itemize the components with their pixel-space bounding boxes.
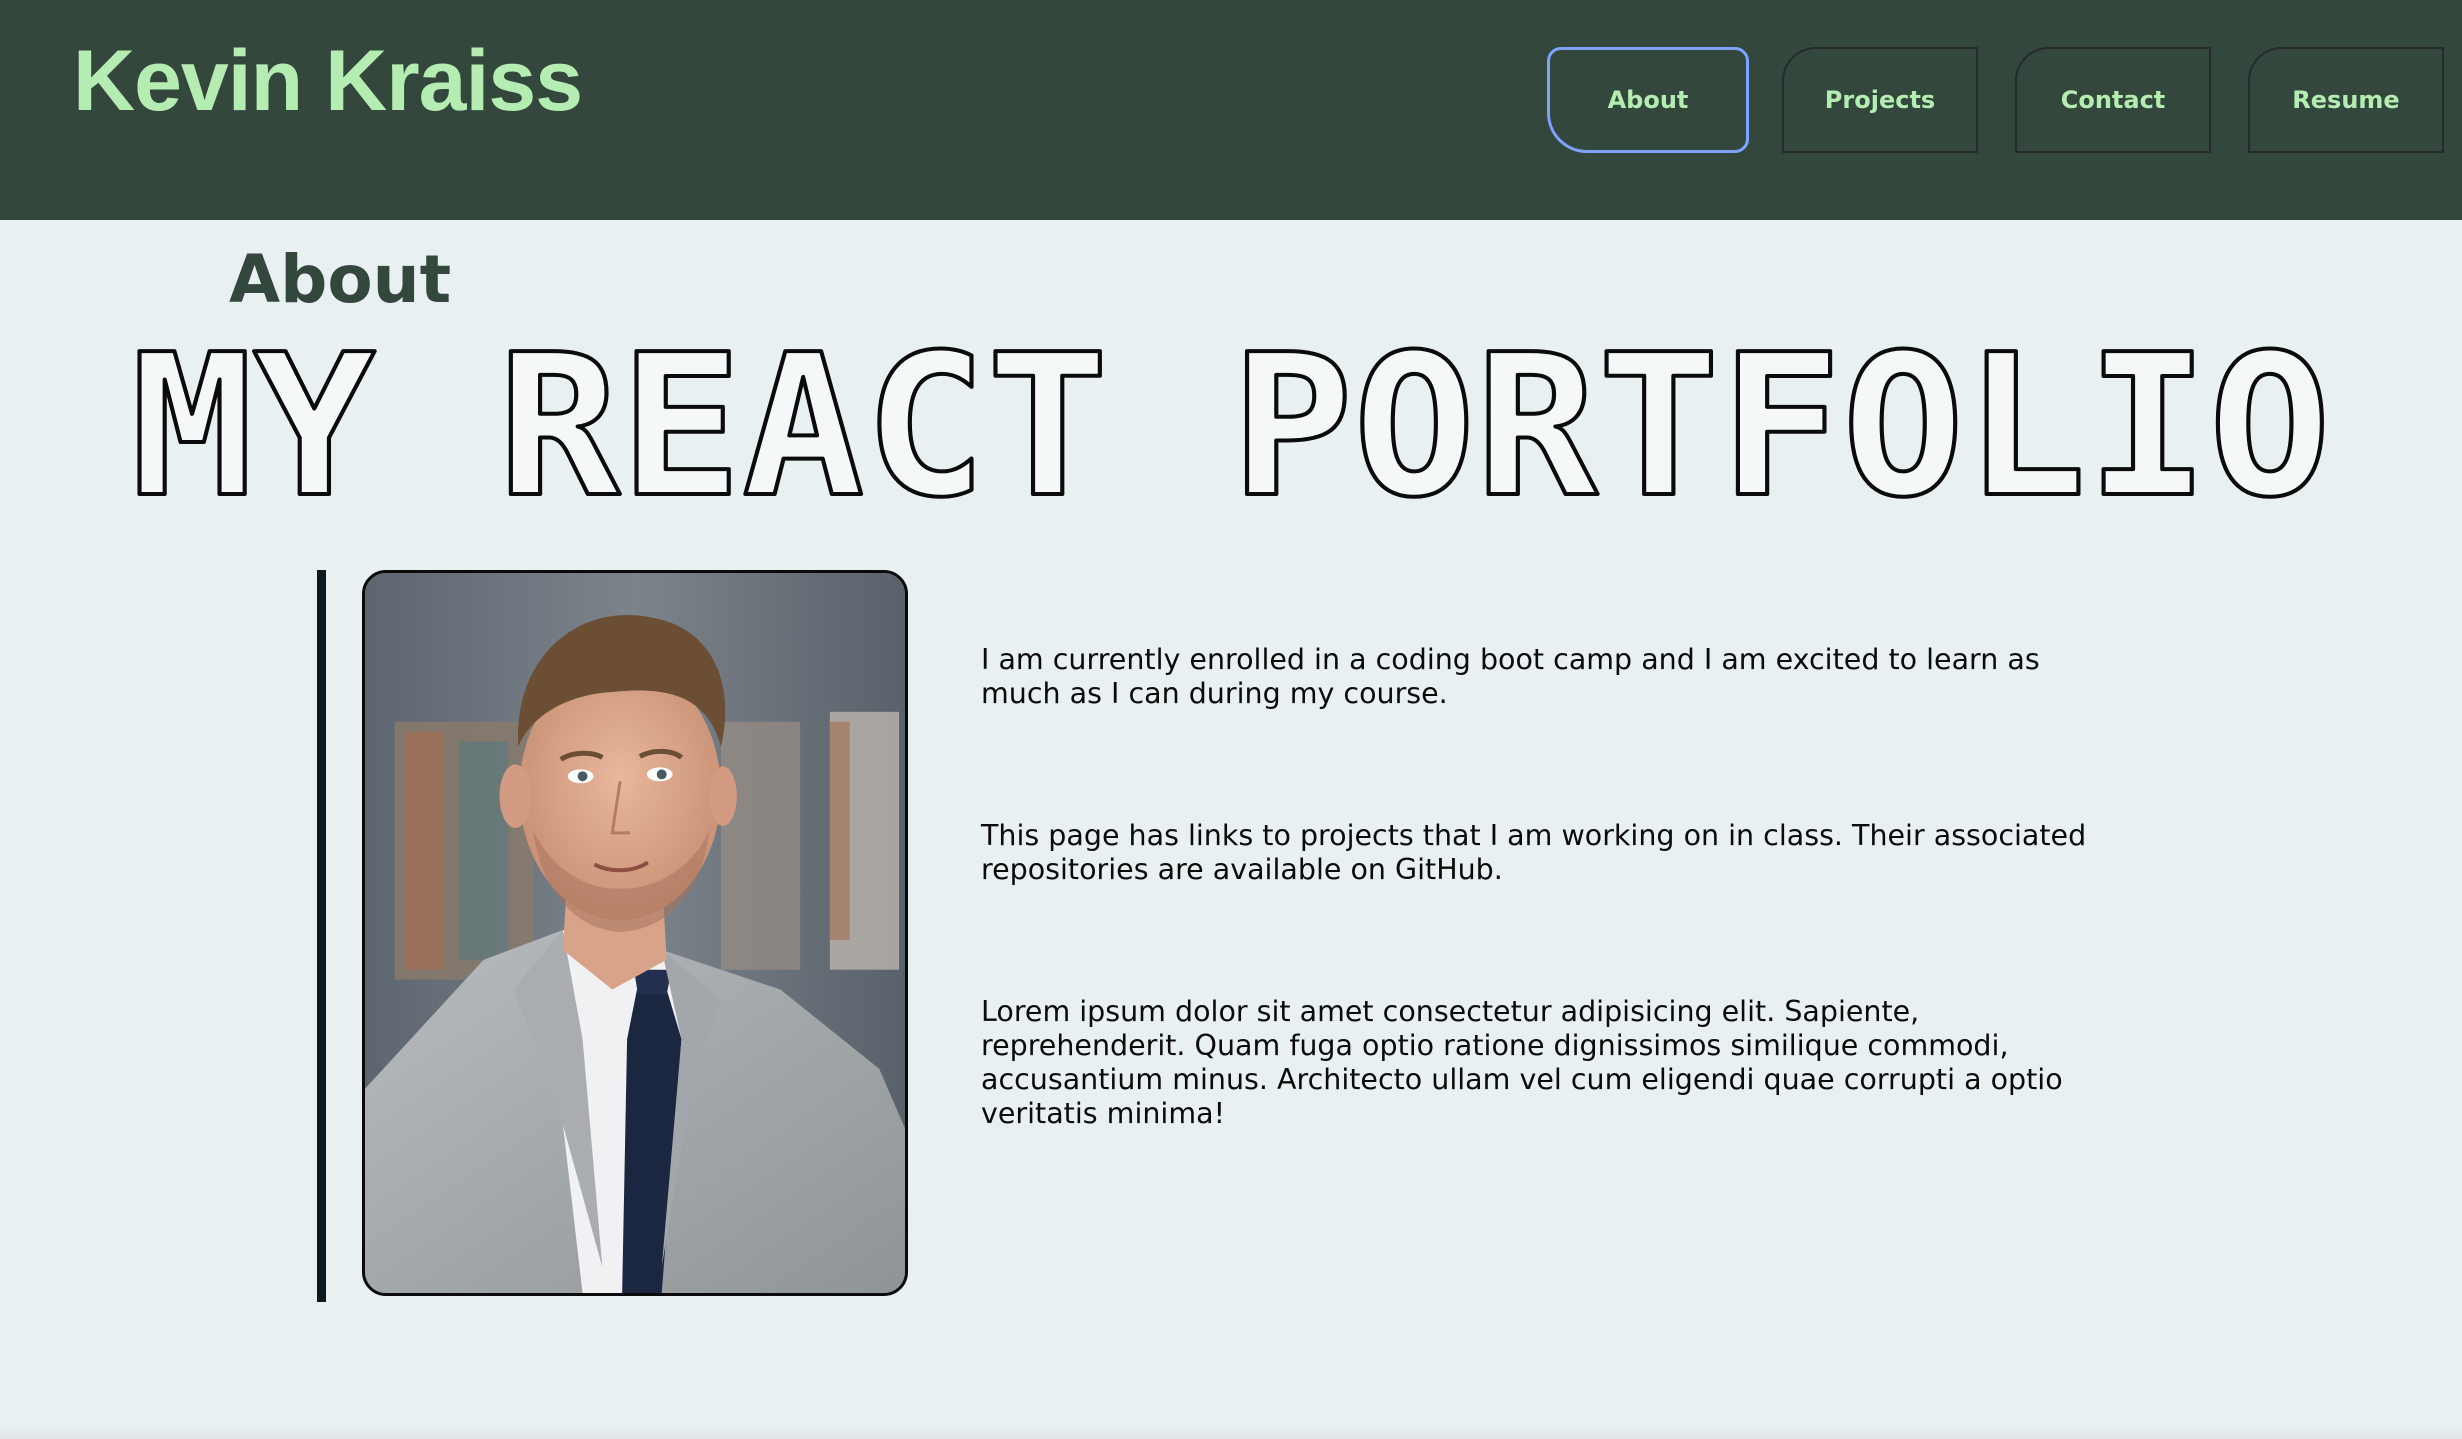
about-paragraph-1: I am currently enrolled in a coding boot… bbox=[981, 643, 2040, 710]
nav-contact-button[interactable]: Contact bbox=[2015, 47, 2211, 153]
about-paragraph-3: Lorem ipsum dolor sit amet consectetur a… bbox=[981, 995, 2063, 1130]
hero-title: MY REACT PORTFOLIO bbox=[126, 311, 2336, 543]
nav-projects-button[interactable]: Projects bbox=[1782, 47, 1978, 153]
brand-name[interactable]: Kevin Kraiss bbox=[73, 30, 583, 133]
hero-title-text: MY REACT PORTFOLIO bbox=[131, 342, 2331, 522]
profile-photo bbox=[362, 570, 908, 1296]
vertical-divider bbox=[317, 570, 326, 1302]
section-title: About bbox=[229, 241, 452, 318]
page-bottom-edge bbox=[0, 1425, 2462, 1439]
site-header: Kevin Kraiss About Projects Contact Resu… bbox=[0, 0, 2462, 220]
nav-about-button[interactable]: About bbox=[1547, 47, 1749, 153]
about-paragraph-2: This page has links to projects that I a… bbox=[981, 819, 2087, 886]
nav-resume-button[interactable]: Resume bbox=[2248, 47, 2444, 153]
